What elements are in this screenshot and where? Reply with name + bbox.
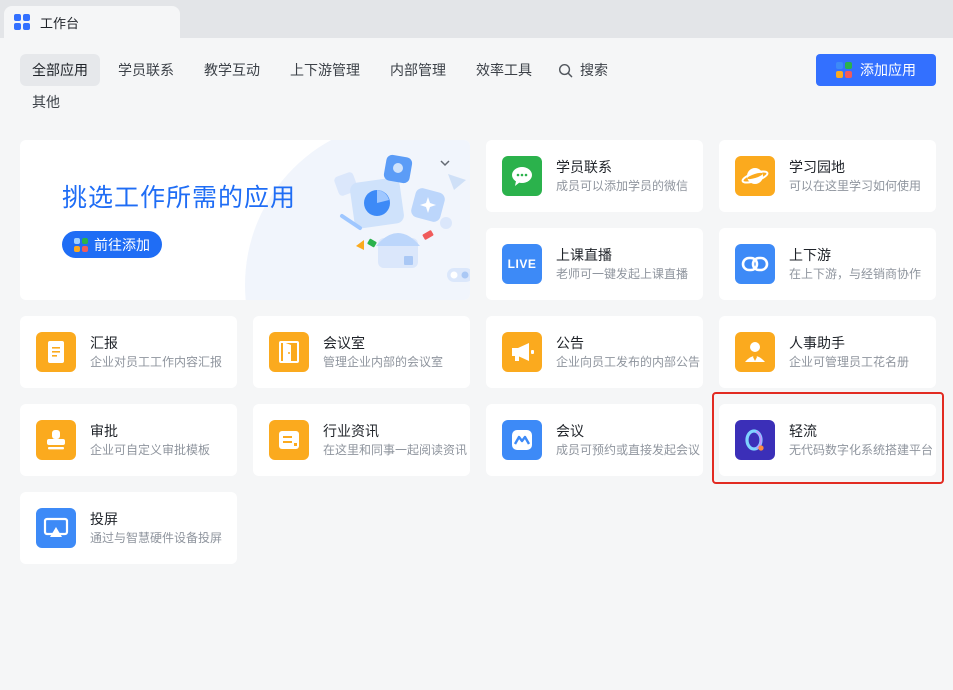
live-icon: LIVE — [502, 244, 542, 284]
app-desc: 企业可管理员工花名册 — [789, 355, 910, 369]
app-title: 公告 — [556, 335, 584, 351]
app-card-report[interactable]: 汇报 企业对员工工作内容汇报 — [20, 316, 237, 388]
meeting-icon — [502, 420, 542, 460]
app-desc: 在这里和同事一起阅读资讯 — [323, 443, 468, 457]
planet-icon — [735, 156, 775, 196]
app-card-upstream-downstream[interactable]: 上下游 在上下游，与经销商协作 — [719, 228, 936, 300]
app-card-meeting-room[interactable]: 会议室 管理企业内部的会议室 — [253, 316, 470, 388]
nav-item-other[interactable]: 其他 — [20, 86, 72, 118]
app-grid-icon — [836, 62, 852, 78]
app-desc: 企业向员工发布的内部公告 — [556, 355, 701, 369]
app-card-approval[interactable]: 审批 企业可自定义审批模板 — [20, 404, 237, 476]
app-desc: 企业对员工工作内容汇报 — [90, 355, 223, 369]
add-app-label: 添加应用 — [860, 62, 916, 78]
app-desc: 无代码数字化系统搭建平台 — [789, 443, 934, 457]
app-title: 会议 — [556, 423, 584, 439]
app-card-industry-news[interactable]: 行业资讯 在这里和同事一起阅读资讯 — [253, 404, 470, 476]
app-card-qingflow[interactable]: 轻流 无代码数字化系统搭建平台 — [719, 404, 936, 476]
app-title: 学习园地 — [789, 159, 845, 175]
search-icon — [558, 63, 573, 77]
app-desc: 在上下游，与经销商协作 — [789, 267, 922, 281]
app-title: 学员联系 — [556, 159, 612, 175]
nav-item-internal[interactable]: 内部管理 — [378, 54, 458, 86]
app-card-learning-garden[interactable]: 学习园地 可以在这里学习如何使用 — [719, 140, 936, 212]
door-icon — [269, 332, 309, 372]
app-grid-icon — [74, 237, 88, 252]
qingflow-logo-icon — [735, 420, 775, 460]
category-nav: 全部应用 学员联系 教学互动 上下游管理 内部管理 效率工具 搜索 — [20, 54, 614, 86]
app-card-live-class[interactable]: LIVE 上课直播 老师可一键发起上课直播 — [486, 228, 703, 300]
add-app-button[interactable]: 添加应用 — [816, 54, 936, 86]
app-title: 轻流 — [789, 423, 817, 439]
app-title: 汇报 — [90, 335, 118, 351]
nav-item-student-contact[interactable]: 学员联系 — [106, 54, 186, 86]
nav-item-teaching[interactable]: 教学互动 — [192, 54, 272, 86]
go-add-button[interactable]: 前往添加 — [62, 231, 162, 258]
nav-item-all-apps[interactable]: 全部应用 — [20, 54, 100, 86]
app-card-announcement[interactable]: 公告 企业向员工发布的内部公告 — [486, 316, 703, 388]
link-chain-icon — [735, 244, 775, 284]
app-title: 审批 — [90, 423, 118, 439]
app-desc: 成员可以添加学员的微信 — [556, 179, 689, 193]
app-title: 上课直播 — [556, 247, 612, 263]
nav-item-efficiency[interactable]: 效率工具 — [464, 54, 544, 86]
tab-strip: 工作台 — [0, 0, 953, 38]
banner-illustration-icon — [334, 154, 470, 282]
app-title: 投屏 — [90, 511, 118, 527]
app-desc: 老师可一键发起上课直播 — [556, 267, 689, 281]
app-card-student-contact[interactable]: 学员联系 成员可以添加学员的微信 — [486, 140, 703, 212]
screen-cast-icon — [36, 508, 76, 548]
app-desc: 通过与智慧硬件设备投屏 — [90, 531, 223, 545]
app-card-meeting[interactable]: 会议 成员可预约或直接发起会议 — [486, 404, 703, 476]
category-nav-row2: 其他 — [20, 86, 78, 118]
workbench-grid-icon — [14, 14, 30, 30]
go-add-label: 前往添加 — [94, 236, 150, 253]
app-card-hr-assistant[interactable]: 人事助手 企业可管理员工花名册 — [719, 316, 936, 388]
wechat-chat-icon — [502, 156, 542, 196]
banner-title: 挑选工作所需的应用 — [62, 184, 297, 212]
app-title: 人事助手 — [789, 335, 845, 351]
promo-banner: 挑选工作所需的应用 前往添加 — [20, 140, 470, 300]
nav-item-upstream-downstream[interactable]: 上下游管理 — [278, 54, 372, 86]
stamp-icon — [36, 420, 76, 460]
search-label: 搜索 — [580, 62, 608, 78]
megaphone-icon — [502, 332, 542, 372]
report-doc-icon — [36, 332, 76, 372]
app-desc: 企业可自定义审批模板 — [90, 443, 211, 457]
app-title: 会议室 — [323, 335, 365, 351]
tab-workbench[interactable]: 工作台 — [4, 6, 180, 38]
app-card-screen-cast[interactable]: 投屏 通过与智慧硬件设备投屏 — [20, 492, 237, 564]
app-desc: 成员可预约或直接发起会议 — [556, 443, 701, 457]
search-button[interactable]: 搜索 — [552, 54, 614, 86]
news-icon — [269, 420, 309, 460]
tab-title: 工作台 — [40, 15, 80, 31]
app-title: 上下游 — [789, 247, 831, 263]
app-desc: 管理企业内部的会议室 — [323, 355, 444, 369]
person-icon — [735, 332, 775, 372]
app-title: 行业资讯 — [323, 423, 379, 439]
app-desc: 可以在这里学习如何使用 — [789, 179, 922, 193]
